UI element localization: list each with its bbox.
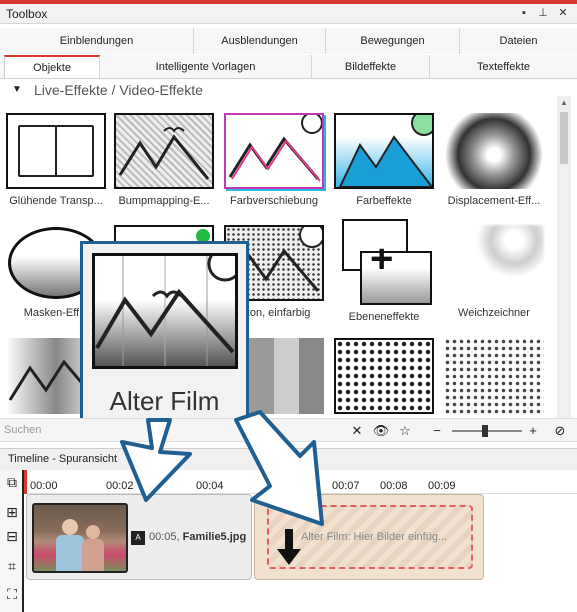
close-icon[interactable]: ✕ xyxy=(556,6,570,20)
effect-label: Bumpmapping-E... xyxy=(118,195,210,207)
eye-icon[interactable]: 👁 xyxy=(372,422,390,440)
effect-bumpmapping[interactable]: Bumpmapping-E... xyxy=(110,113,218,207)
timeline-ruler[interactable]: 00:00 00:02 00:04 00:07 00:08 00:09 xyxy=(24,470,577,494)
effect-label: Farbverschiebung xyxy=(229,195,319,207)
preview-label: Alter Film xyxy=(109,386,220,416)
effect-preview-card[interactable]: Alter Film xyxy=(80,241,249,425)
tab-bewegungen[interactable]: Bewegungen xyxy=(326,28,460,54)
zoom-out-icon[interactable]: − xyxy=(428,422,446,440)
effect-label: Glühende Transp... xyxy=(9,195,103,207)
ruler-tick: 00:07 xyxy=(332,480,360,492)
effect-thumbnail xyxy=(444,113,544,189)
clear-icon[interactable]: ✕ xyxy=(348,422,366,440)
tab-label: Ausblendungen xyxy=(221,35,298,47)
tabs-row-1: Einblendungen Ausblendungen Bewegungen D… xyxy=(0,28,577,54)
tab-intelligente-vorlagen[interactable]: Intelligente Vorlagen xyxy=(100,55,312,78)
tab-bildeffekte[interactable]: Bildeffekte xyxy=(312,55,430,78)
effect-farbeffekte[interactable]: Farbeffekte xyxy=(330,113,438,207)
effect-displacement[interactable]: Displacement-Eff... xyxy=(440,113,548,207)
clip-filename: Familie5.jpg xyxy=(182,531,247,543)
text-clip-icon: A xyxy=(131,531,145,545)
down-arrow-icon xyxy=(277,529,301,565)
effect-thumbnail: + xyxy=(334,219,434,305)
clip-duration: 00:05, xyxy=(149,531,180,543)
tab-label: Intelligente Vorlagen xyxy=(155,60,256,73)
tab-label: Texteffekte xyxy=(477,60,530,73)
timeline-title: Timeline - Spuransicht xyxy=(8,453,118,465)
tab-dateien[interactable]: Dateien xyxy=(460,28,577,54)
scroll-thumb[interactable] xyxy=(560,112,568,164)
clip-thumbnail xyxy=(32,503,128,573)
ruler-tick: 00:00 xyxy=(30,480,58,492)
zoom-fit-icon[interactable]: ⊘ xyxy=(551,422,569,440)
star-icon[interactable]: ☆ xyxy=(396,422,414,440)
effect-label: Ebeneneffekte xyxy=(348,311,420,323)
effect-label: Farbeffekte xyxy=(356,195,412,207)
title-bar: Toolbox ▪ ⊥ ✕ xyxy=(0,4,577,24)
zoom-slider-handle[interactable] xyxy=(482,425,488,437)
tab-label: Bildeffekte xyxy=(344,60,397,73)
timeline-header: Timeline - Spuransicht xyxy=(0,448,577,470)
remove-track-icon[interactable]: ⊟ xyxy=(3,528,21,546)
effect-label: Displacement-Eff... xyxy=(447,195,541,207)
tab-ausblendungen[interactable]: Ausblendungen xyxy=(194,28,326,54)
drop-zone-text: Alter Film: Hier Bilder einfüg... xyxy=(301,531,448,543)
zoom-in-icon[interactable]: + xyxy=(524,422,542,440)
tab-label: Einblendungen xyxy=(59,35,134,47)
tab-label: Dateien xyxy=(499,35,538,47)
clip-meta: 00:05, Familie5.jpg xyxy=(149,531,246,543)
minimize-icon[interactable]: ▪ xyxy=(517,6,531,20)
scroll-up-arrow-icon[interactable]: ▲ xyxy=(557,96,571,110)
ruler-tick: 00:02 xyxy=(106,480,134,492)
alter-film-preview-image xyxy=(92,253,238,369)
add-track-icon[interactable]: ⊞ xyxy=(3,504,21,522)
effect-thumbnail xyxy=(6,113,106,189)
effect-row3-5[interactable] xyxy=(440,338,548,414)
pin-icon[interactable]: ⊥ xyxy=(536,6,550,20)
ruler-tick: 00:08 xyxy=(380,480,408,492)
snap-icon[interactable]: ⧉ xyxy=(3,474,21,492)
timeline-clip-image[interactable]: A 00:05, Familie5.jpg xyxy=(26,494,252,580)
tab-label: Bewegungen xyxy=(360,35,425,47)
section-header[interactable]: ▼ Live-Effekte / Video-Effekte xyxy=(0,80,555,100)
effect-row3-4[interactable] xyxy=(330,338,438,414)
effect-gluehende-transparenz[interactable]: Glühende Transp... xyxy=(2,113,110,207)
effect-label: Weichzeichner xyxy=(458,307,530,319)
effect-search-bar: Suchen ✕ 👁 ☆ − + ⊘ xyxy=(0,418,577,442)
section-label: Live-Effekte / Video-Effekte xyxy=(34,82,203,98)
tab-objekte[interactable]: Objekte xyxy=(4,55,100,78)
expand-icon[interactable]: ⛶ xyxy=(3,586,21,604)
effect-thumbnail xyxy=(444,338,544,414)
effect-thumbnail xyxy=(114,113,214,189)
search-input[interactable]: Suchen xyxy=(4,424,41,436)
effect-ebeneneffekte[interactable]: + Ebeneneffekte xyxy=(330,219,438,323)
timeline-clip-alter-film[interactable]: Alter Film: Hier Bilder einfüg... xyxy=(254,494,484,580)
effect-weichzeichner[interactable]: Weichzeichner xyxy=(440,225,548,319)
tab-label: Objekte xyxy=(33,61,71,74)
window-title: Toolbox xyxy=(6,7,48,21)
tab-einblendungen[interactable]: Einblendungen xyxy=(0,28,194,54)
ruler-tick: 00:04 xyxy=(196,480,224,492)
tab-texteffekte[interactable]: Texteffekte xyxy=(430,55,577,78)
effect-thumbnail xyxy=(334,113,434,189)
vertical-scrollbar[interactable]: ▲ xyxy=(557,96,571,418)
ruler-tick: 00:09 xyxy=(428,480,456,492)
effect-thumbnail xyxy=(334,338,434,414)
effect-thumbnail xyxy=(444,225,544,301)
effect-farbverschiebung[interactable]: Farbverschiebung xyxy=(220,113,328,207)
fit-icon[interactable]: ⌗ xyxy=(3,558,21,576)
collapse-triangle-icon[interactable]: ▼ xyxy=(12,84,22,95)
effect-thumbnail xyxy=(224,113,324,189)
tabs-row-2: Objekte Intelligente Vorlagen Bildeffekt… xyxy=(0,55,577,79)
timeline-toolbar: ⧉ ⊞ ⊟ ⌗ ⛶ xyxy=(0,470,24,612)
